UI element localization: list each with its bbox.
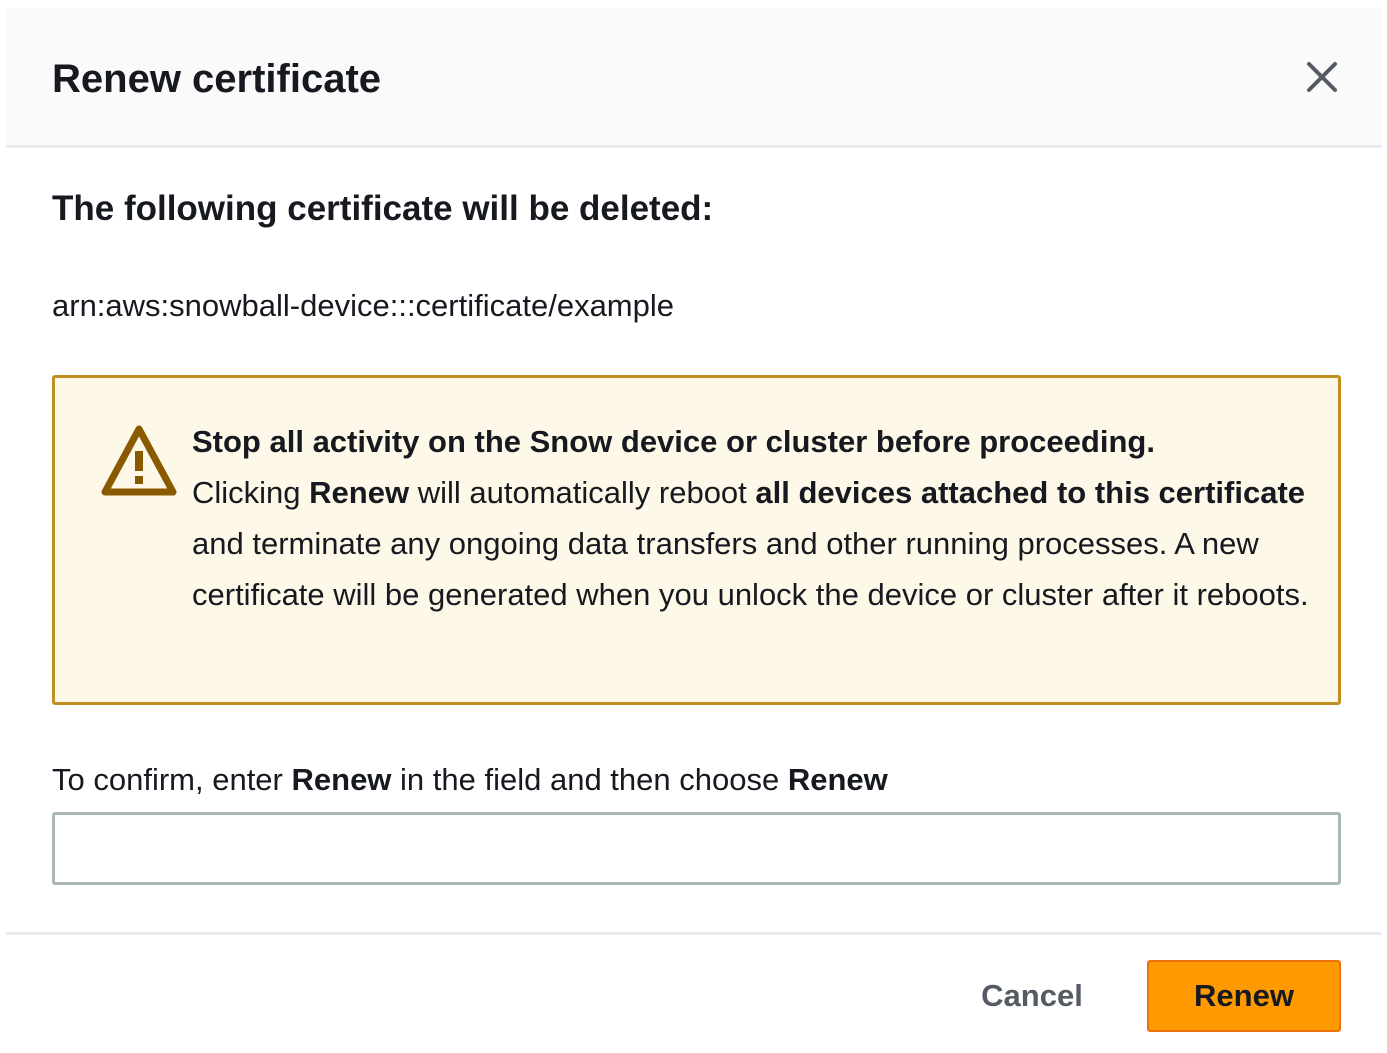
alert-message: Stop all activity on the Snow device or … [192, 416, 1312, 620]
warning-alert: Stop all activity on the Snow device or … [52, 375, 1341, 705]
renew-certificate-modal: Renew certificate The following certific… [6, 8, 1382, 1053]
alert-strong-intro: Stop all activity on the Snow device or … [192, 424, 1155, 459]
footer-divider [6, 932, 1382, 935]
confirm-label-action: Renew [787, 762, 888, 797]
confirm-label-part2: in the field and then choose [400, 762, 780, 797]
modal-title: Renew certificate [52, 57, 382, 101]
confirm-label-part1: To confirm, enter [52, 762, 283, 797]
deleted-certificate-heading: The following certificate will be delete… [52, 189, 714, 228]
close-icon [1307, 62, 1337, 92]
alert-text-will-reboot: will automatically reboot [417, 475, 747, 510]
modal-header: Renew certificate [6, 8, 1382, 148]
certificate-arn: arn:aws:snowball-device:::certificate/ex… [52, 288, 674, 323]
confirm-label: To confirm, enter Renew in the field and… [52, 760, 888, 800]
confirm-label-keyword: Renew [291, 762, 392, 797]
alert-text-renew: Renew [309, 475, 410, 510]
alert-text-all-devices: all devices attached to this certificate [755, 475, 1306, 510]
renew-button[interactable]: Renew [1147, 960, 1341, 1032]
warning-icon [101, 425, 177, 496]
alert-text-clicking: Clicking [192, 475, 301, 510]
confirm-input[interactable] [52, 812, 1341, 885]
alert-text-rest: and terminate any ongoing data transfers… [192, 526, 1309, 612]
close-button[interactable] [1300, 55, 1344, 99]
cancel-button[interactable]: Cancel [962, 960, 1102, 1032]
